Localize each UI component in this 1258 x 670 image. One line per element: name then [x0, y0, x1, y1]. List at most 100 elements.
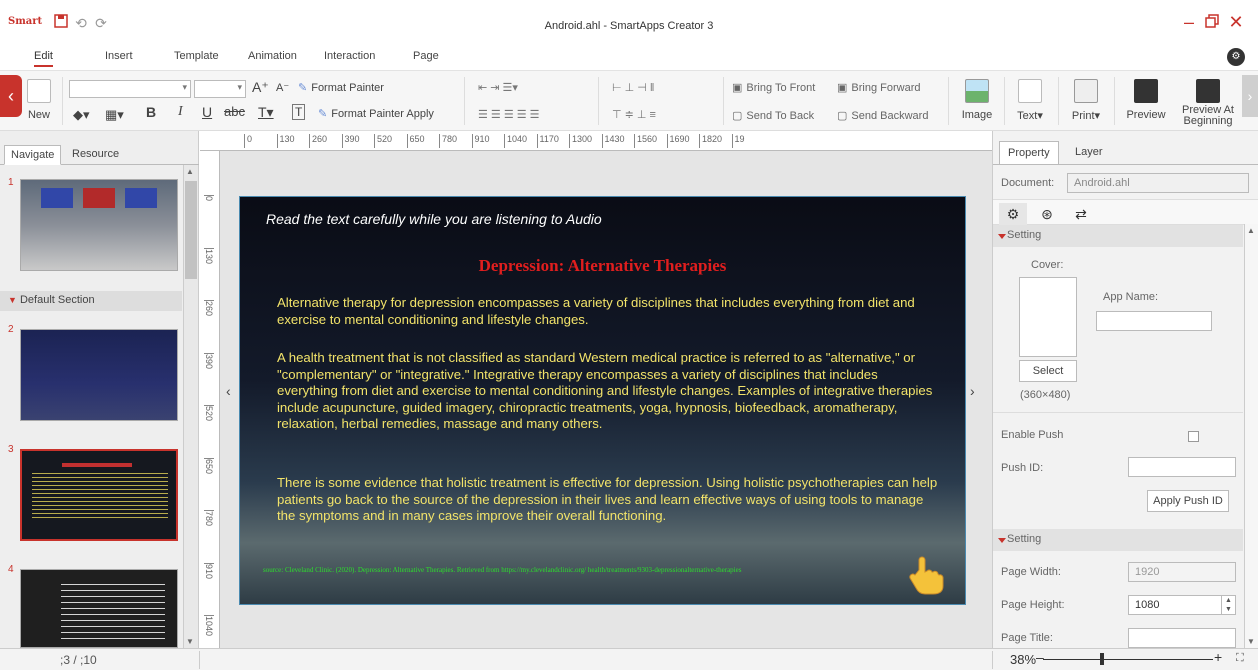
- push-id-input[interactable]: [1128, 457, 1236, 477]
- page-width-input[interactable]: 1920: [1128, 562, 1236, 582]
- ruler-tick-label: 1430: [601, 134, 625, 148]
- format-painter-button[interactable]: ✎ Format Painter: [298, 81, 384, 95]
- ribbon-scroll-right-icon[interactable]: ›: [1242, 75, 1258, 117]
- section-header[interactable]: ▼ Default Section: [0, 291, 182, 311]
- scroll-up-icon[interactable]: ▲: [1247, 226, 1255, 235]
- scroll-up-icon[interactable]: ▲: [186, 167, 194, 176]
- help-circle-icon[interactable]: ⊛: [1033, 203, 1061, 225]
- zoom-level: 38%: [1010, 652, 1037, 667]
- slide-instruction[interactable]: Read the text carefully while you are li…: [266, 211, 602, 227]
- indent-icons[interactable]: ⇤ ⇥ ☰▾: [478, 81, 518, 94]
- setting-section-header[interactable]: Setting: [993, 529, 1243, 551]
- bring-to-front-button[interactable]: ▣ Bring To Front: [732, 81, 815, 95]
- page-thumbnail-3[interactable]: [20, 449, 178, 541]
- ribbon-scroll-left-icon[interactable]: ‹: [0, 75, 22, 117]
- strikethrough-icon[interactable]: abc: [224, 104, 245, 119]
- tab-edit[interactable]: Edit: [34, 50, 53, 67]
- tab-page[interactable]: Page: [413, 50, 439, 62]
- brush-apply-icon: ✎: [318, 108, 328, 120]
- text-label: Text: [1017, 110, 1038, 122]
- new-button[interactable]: New: [24, 79, 54, 121]
- slide-canvas[interactable]: Read the text carefully while you are li…: [239, 196, 966, 605]
- bring-forward-button[interactable]: ▣ Bring Forward: [837, 81, 920, 95]
- page-height-input[interactable]: 1080: [1128, 595, 1236, 615]
- property-scrollbar[interactable]: ▲ ▼: [1244, 224, 1258, 648]
- send-to-back-icon: ▢: [732, 110, 743, 122]
- zoom-slider-track[interactable]: [1043, 659, 1213, 660]
- zoom-in-icon[interactable]: +: [1214, 649, 1222, 665]
- preview-at-beginning-button[interactable]: Preview At Beginning: [1176, 79, 1240, 127]
- italic-icon[interactable]: I: [178, 104, 183, 120]
- thumb-number: 4: [8, 564, 14, 575]
- increase-font-icon[interactable]: A⁺: [252, 79, 269, 96]
- prev-page-icon[interactable]: ‹: [226, 383, 231, 399]
- fit-screen-icon[interactable]: ⛶: [1236, 652, 1244, 665]
- setting-label: Setting: [1007, 533, 1042, 545]
- left-panel-scrollbar[interactable]: ▲ ▼: [183, 165, 198, 648]
- slide-paragraph-3[interactable]: There is some evidence that holistic tre…: [277, 475, 941, 525]
- app-name-input[interactable]: [1096, 311, 1212, 331]
- page-title-input[interactable]: [1128, 628, 1236, 648]
- font-family-select[interactable]: [69, 80, 191, 98]
- apply-push-id-button[interactable]: Apply Push ID: [1147, 490, 1229, 512]
- cover-label: Cover:: [1031, 259, 1064, 271]
- image-button[interactable]: Image: [956, 79, 998, 121]
- minimize-icon[interactable]: –: [1178, 10, 1200, 34]
- next-page-icon[interactable]: ›: [970, 383, 975, 399]
- text-button[interactable]: Text▾: [1010, 79, 1050, 122]
- text-border-icon[interactable]: T: [292, 104, 306, 120]
- tab-animation[interactable]: Animation: [248, 50, 297, 62]
- thumb-block: [41, 188, 73, 208]
- setting-section-header[interactable]: Setting: [993, 225, 1243, 247]
- border-style-icon[interactable]: ▦▾: [105, 107, 124, 123]
- close-icon[interactable]: ✕: [1225, 10, 1247, 34]
- slide-title[interactable]: Depression: Alternative Therapies: [240, 256, 965, 276]
- decrease-font-icon[interactable]: A⁻: [276, 81, 289, 94]
- align-objects-icons[interactable]: ⊢ ⊥ ⊣ ‖: [612, 81, 654, 94]
- scrollbar-thumb[interactable]: [185, 181, 197, 279]
- text-color-icon[interactable]: T▾: [258, 104, 274, 121]
- align-text-icons[interactable]: ☰ ☰ ☰ ☰ ☰: [478, 108, 540, 121]
- font-size-select[interactable]: [194, 80, 246, 98]
- tab-interaction[interactable]: Interaction: [324, 50, 375, 62]
- tab-resource[interactable]: Resource: [66, 145, 125, 165]
- transfer-icon[interactable]: ⇄: [1067, 203, 1095, 225]
- height-stepper-icon[interactable]: ▲ ▼: [1221, 596, 1235, 614]
- page-title-label: Page Title:: [1001, 632, 1053, 644]
- fill-color-icon[interactable]: ◆▾: [73, 107, 90, 123]
- zoom-slider-handle[interactable]: [1100, 653, 1104, 665]
- tab-insert[interactable]: Insert: [105, 50, 133, 62]
- scroll-down-icon[interactable]: ▼: [186, 637, 194, 646]
- preview-button[interactable]: Preview: [1124, 79, 1168, 121]
- send-to-back-button[interactable]: ▢ Send To Back: [732, 109, 814, 123]
- zoom-out-icon[interactable]: –: [1036, 649, 1044, 665]
- page-thumbnail-1[interactable]: [20, 179, 178, 271]
- tab-property[interactable]: Property: [999, 141, 1059, 165]
- tab-template[interactable]: Template: [174, 50, 219, 62]
- horizontal-ruler: 0 130 260 390 520 650 780 910 1040 1170 1300 1430 15…: [200, 131, 992, 151]
- select-cover-button[interactable]: Select: [1019, 360, 1077, 382]
- scroll-down-icon[interactable]: ▼: [1247, 637, 1255, 646]
- slide-paragraph-2[interactable]: A health treatment that is not classifie…: [277, 350, 941, 433]
- page-thumbnail-2[interactable]: [20, 329, 178, 421]
- restore-icon[interactable]: [1201, 10, 1223, 34]
- tab-navigate[interactable]: Navigate: [4, 145, 62, 165]
- distribute-icons[interactable]: ⊤ ≑ ⊥ ≡: [612, 108, 656, 121]
- slide-paragraph-1[interactable]: Alternative therapy for depression encom…: [277, 295, 941, 328]
- page-thumbnail-4[interactable]: [20, 569, 178, 648]
- gear-icon[interactable]: ⚙: [999, 203, 1027, 225]
- slide-source-citation[interactable]: source: Cleveland Clinic. (2020). Depres…: [263, 565, 923, 575]
- send-backward-button[interactable]: ▢ Send Backward: [837, 109, 928, 123]
- tab-layer[interactable]: Layer: [1067, 141, 1111, 165]
- ruler-tick-label: 910: [471, 134, 490, 148]
- format-painter-apply-button[interactable]: ✎ Format Painter Apply: [318, 107, 434, 121]
- settings-icon[interactable]: ⚙: [1227, 48, 1245, 66]
- divider: [992, 651, 993, 669]
- hand-pointer-icon[interactable]: [907, 556, 945, 596]
- print-button[interactable]: Print▾: [1066, 79, 1106, 122]
- enable-push-checkbox[interactable]: [1188, 431, 1199, 442]
- bold-icon[interactable]: B: [146, 104, 156, 120]
- cover-image-box[interactable]: [1019, 277, 1077, 357]
- underline-icon[interactable]: U: [202, 104, 212, 120]
- tab-divider: [993, 164, 1258, 165]
